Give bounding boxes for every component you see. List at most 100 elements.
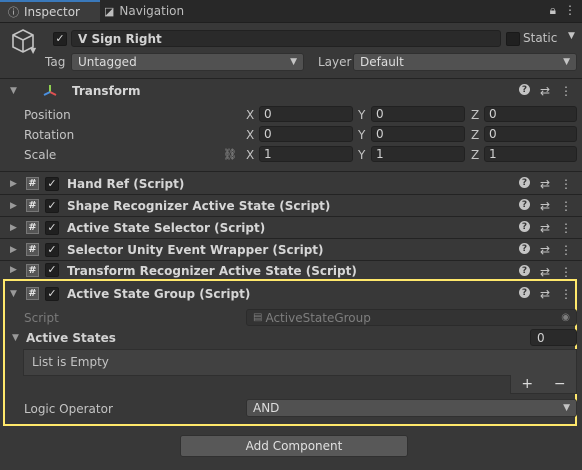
help-icon[interactable]: ? — [518, 199, 530, 210]
position-y-axis[interactable]: Y — [358, 108, 365, 122]
rotation-x-field[interactable]: 0 — [259, 126, 353, 142]
list-empty-text: List is Empty — [32, 355, 109, 369]
help-icon[interactable]: ? — [518, 265, 530, 276]
active-checkbox[interactable]: ✓ — [53, 32, 67, 46]
component-enabled-checkbox[interactable]: ✓ — [45, 198, 59, 213]
foldout-expanded-icon[interactable]: ▼ — [10, 86, 20, 96]
preset-icon[interactable]: ⇄ — [540, 287, 550, 301]
scale-y-field[interactable]: 1 — [371, 146, 465, 162]
context-menu-icon[interactable]: ⋮ — [560, 199, 572, 213]
component-header-icons: ? ⇄ ⋮ — [518, 265, 572, 279]
component-enabled-checkbox[interactable]: ✓ — [45, 176, 59, 191]
component-header-active-state-group[interactable]: ▼ # ✓ Active State Group (Script) — [0, 283, 582, 304]
script-icon: # — [26, 243, 39, 256]
tag-value: Untagged — [78, 55, 137, 69]
object-name-value: V Sign Right — [78, 31, 162, 46]
rotation-x-value: 0 — [264, 127, 272, 141]
rotation-y-field[interactable]: 0 — [371, 126, 465, 142]
foldout-expanded-icon[interactable]: ▼ — [12, 333, 19, 343]
active-states-count-field[interactable]: 0 — [530, 329, 577, 346]
context-menu-icon[interactable]: ⋮ — [560, 221, 572, 235]
position-z-axis[interactable]: Z — [471, 108, 479, 122]
component-title: Shape Recognizer Active State (Script) — [67, 198, 331, 213]
preset-icon[interactable]: ⇄ — [540, 84, 550, 98]
static-checkbox[interactable] — [506, 32, 520, 46]
component-title: Active State Selector (Script) — [67, 220, 266, 235]
context-menu-icon[interactable]: ⋮ — [560, 177, 572, 191]
help-icon[interactable]: ? — [518, 221, 530, 232]
scale-z-field[interactable]: 1 — [484, 146, 577, 162]
preset-icon[interactable]: ⇄ — [540, 221, 550, 235]
scale-x-field[interactable]: 1 — [259, 146, 353, 162]
position-x-value: 0 — [264, 107, 272, 121]
static-dropdown-icon[interactable]: ▼ — [568, 31, 575, 41]
active-states-label[interactable]: Active States — [26, 331, 116, 345]
scale-y-value: 1 — [376, 147, 384, 161]
rotation-y-axis[interactable]: Y — [358, 128, 365, 142]
component-header-active-state-selector[interactable]: ▶ # ✓ Active State Selector (Script) — [0, 217, 582, 238]
context-menu-icon[interactable]: ⋮ — [560, 287, 572, 301]
preset-icon[interactable]: ⇄ — [540, 199, 550, 213]
context-menu-icon[interactable]: ⋮ — [560, 84, 572, 98]
foldout-collapsed-icon[interactable]: ▶ — [10, 179, 20, 189]
component-header-icons: ? ⇄ ⋮ — [518, 221, 572, 235]
position-y-field[interactable]: 0 — [371, 106, 465, 122]
component-header-shape-recognizer[interactable]: ▶ # ✓ Shape Recognizer Active State (Scr… — [0, 195, 582, 216]
rotation-z-axis[interactable]: Z — [471, 128, 479, 142]
lock-icon[interactable]: 🔒︎ — [550, 3, 556, 18]
scale-z-axis[interactable]: Z — [471, 148, 479, 162]
remove-element-button[interactable]: − — [554, 376, 566, 392]
script-icon: # — [26, 263, 39, 277]
component-enabled-checkbox[interactable]: ✓ — [45, 220, 59, 235]
position-label: Position — [24, 108, 71, 122]
component-enabled-checkbox[interactable]: ✓ — [45, 242, 59, 257]
add-component-label: Add Component — [245, 439, 343, 453]
rotation-x-axis[interactable]: X — [246, 128, 254, 142]
scale-y-axis[interactable]: Y — [358, 148, 365, 162]
tab-inspector[interactable]: ⓘ Inspector — [0, 0, 100, 22]
rotation-z-field[interactable]: 0 — [484, 126, 577, 142]
foldout-expanded-icon[interactable]: ▼ — [10, 289, 20, 299]
position-x-axis[interactable]: X — [246, 108, 254, 122]
object-name-field[interactable]: V Sign Right — [71, 30, 501, 47]
add-element-button[interactable]: + — [521, 376, 533, 392]
script-icon: # — [26, 177, 39, 190]
preset-icon[interactable]: ⇄ — [540, 243, 550, 257]
more-menu-icon[interactable]: ⋮ — [564, 3, 576, 18]
help-icon[interactable]: ? — [518, 243, 530, 254]
add-component-button[interactable]: Add Component — [180, 435, 408, 457]
preset-icon[interactable]: ⇄ — [540, 177, 550, 191]
component-header-selector-event-wrapper[interactable]: ▶ # ✓ Selector Unity Event Wrapper (Scri… — [0, 239, 582, 260]
icon-dropdown-arrow[interactable]: ▼ — [30, 46, 36, 55]
layer-dropdown[interactable]: Default ▼ — [353, 53, 577, 71]
position-z-field[interactable]: 0 — [484, 106, 577, 122]
component-header-transform-recognizer[interactable]: ▶ # ✓ Transform Recognizer Active State … — [0, 261, 582, 279]
tab-inspector-label: Inspector — [24, 5, 80, 19]
component-header-icons: ? ⇄ ⋮ — [518, 199, 572, 213]
logic-operator-label: Logic Operator — [24, 402, 113, 416]
script-icon: # — [26, 287, 39, 300]
active-states-list: List is Empty — [23, 349, 577, 376]
position-x-field[interactable]: 0 — [259, 106, 353, 122]
tab-navigation[interactable]: ◪ Navigation — [96, 0, 192, 22]
scale-x-axis[interactable]: X — [246, 148, 254, 162]
context-menu-icon[interactable]: ⋮ — [560, 243, 572, 257]
help-icon[interactable]: ? — [518, 287, 530, 298]
tag-dropdown[interactable]: Untagged ▼ — [71, 53, 304, 71]
preset-icon[interactable]: ⇄ — [540, 265, 550, 279]
component-header-hand-ref[interactable]: ▶ # ✓ Hand Ref (Script) — [0, 173, 582, 194]
component-enabled-checkbox[interactable]: ✓ — [45, 286, 59, 301]
constrain-proportions-icon[interactable]: ⛓︎ — [223, 148, 237, 161]
component-header-icons: ? ⇄ ⋮ — [518, 177, 572, 191]
script-label: Script — [24, 311, 59, 325]
help-icon[interactable]: ? — [518, 84, 530, 95]
foldout-collapsed-icon[interactable]: ▶ — [10, 265, 20, 275]
foldout-collapsed-icon[interactable]: ▶ — [10, 201, 20, 211]
context-menu-icon[interactable]: ⋮ — [560, 265, 572, 279]
help-icon[interactable]: ? — [518, 177, 530, 188]
component-enabled-checkbox[interactable]: ✓ — [45, 263, 59, 277]
foldout-collapsed-icon[interactable]: ▶ — [10, 223, 20, 233]
transform-header[interactable]: ▼ Transform — [0, 80, 582, 101]
logic-operator-dropdown[interactable]: AND ▼ — [246, 399, 577, 417]
foldout-collapsed-icon[interactable]: ▶ — [10, 245, 20, 255]
